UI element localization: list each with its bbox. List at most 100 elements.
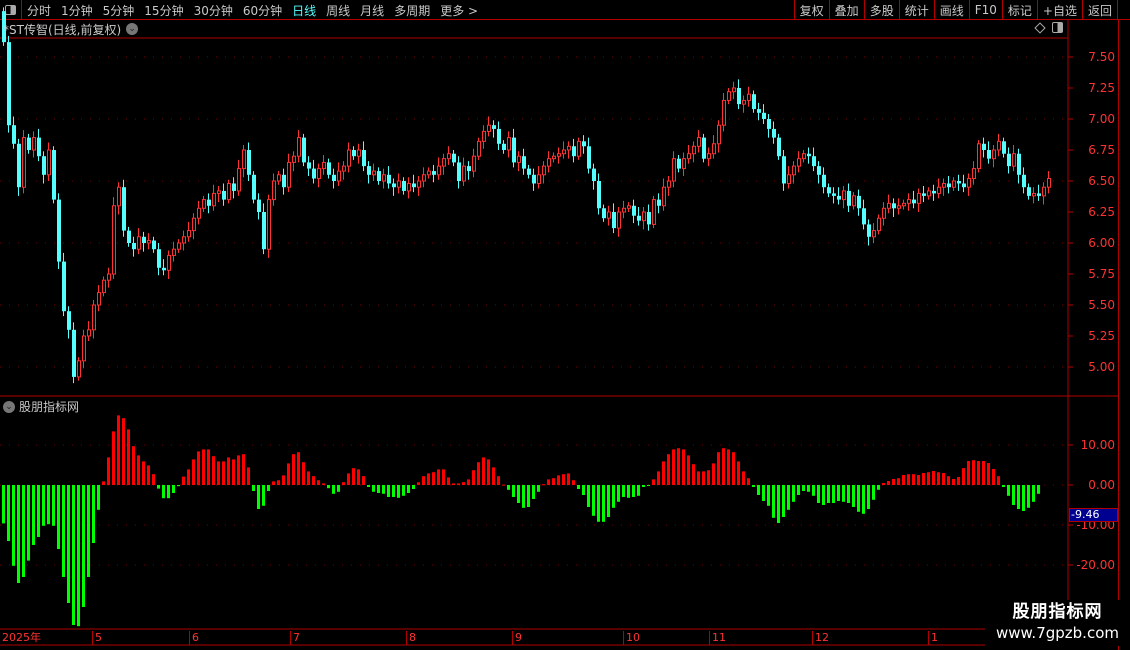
hist-bar-positive <box>917 475 920 485</box>
hist-bar-positive <box>182 476 185 485</box>
y-tick-label: 6.25 <box>1088 205 1115 219</box>
y-tick-label: 5.25 <box>1088 329 1115 343</box>
hist-bar-positive <box>347 473 350 485</box>
hist-bar-positive <box>227 457 230 485</box>
hist-bar-positive <box>297 452 300 485</box>
hist-bar-negative <box>7 485 10 541</box>
hist-bar-negative <box>37 485 40 537</box>
candle-up <box>287 161 291 188</box>
candle-down <box>857 195 861 209</box>
hist-bar-positive <box>722 448 725 485</box>
hist-bar-negative <box>832 485 835 503</box>
hist-bar-negative <box>47 485 50 525</box>
candle-down <box>702 137 706 159</box>
candle-up <box>697 137 701 147</box>
candle-down <box>152 240 156 250</box>
hist-bar-positive <box>432 472 435 485</box>
candle-up <box>732 87 736 93</box>
candle-down <box>232 183 236 191</box>
candle-down <box>67 311 71 330</box>
candle-down <box>752 94 756 110</box>
hist-bar-negative <box>382 485 385 494</box>
hist-bar-positive <box>907 474 910 485</box>
candle-up <box>852 195 856 207</box>
x-tick-label: 5 <box>92 631 102 645</box>
candle-up <box>397 180 401 188</box>
diamond-icon[interactable] <box>1034 21 1046 34</box>
candle-down <box>457 162 461 181</box>
hist-bar-positive <box>102 481 105 485</box>
hist-bar-positive <box>672 449 675 485</box>
candle-down <box>282 174 286 188</box>
candle-down <box>612 212 616 229</box>
candle-up <box>707 153 711 160</box>
hist-bar-positive <box>192 459 195 485</box>
candle-up <box>182 236 186 244</box>
chart-title: *ST传智(日线,前复权) <box>3 22 122 37</box>
candle-up <box>802 153 806 160</box>
hist-bar-negative <box>847 485 850 503</box>
candle-up <box>202 199 206 209</box>
hist-bar-positive <box>562 474 565 485</box>
hist-bar-negative <box>817 485 820 503</box>
hist-bar-positive <box>937 472 940 485</box>
candle-up <box>47 149 51 176</box>
hist-bar-negative <box>797 485 800 495</box>
y-tick-label: -20.00 <box>1076 558 1115 572</box>
x-tick-label: 6 <box>189 631 199 645</box>
hist-bar-negative <box>617 485 620 502</box>
hist-bar-positive <box>952 479 955 485</box>
chart-canvas[interactable]: 7.50 7.25 7.00 6.75 6.50 6.25 6.00 5.75 5.50 5.25… <box>0 0 1130 650</box>
candle-up <box>917 192 921 204</box>
candle-down <box>387 174 391 184</box>
candle-up <box>687 153 691 160</box>
hist-bar-negative <box>642 485 645 487</box>
candle-down <box>532 174 536 184</box>
candle-up <box>792 165 796 176</box>
candle-up <box>1042 186 1046 197</box>
candle-up <box>382 174 386 182</box>
hist-bar-negative <box>637 485 640 496</box>
hist-bar-negative <box>827 485 830 503</box>
hist-bar-positive <box>287 463 290 485</box>
candle-down <box>957 181 961 184</box>
candle-up <box>417 180 421 188</box>
hist-bar-positive <box>747 478 750 485</box>
chevron-down-icon[interactable]: ⌄ <box>3 400 15 413</box>
candle-down <box>142 236 146 243</box>
candle-down <box>327 162 331 175</box>
side-panel-strip[interactable] <box>1118 20 1130 650</box>
hist-bar-negative <box>22 485 25 577</box>
candle-up <box>617 211 621 229</box>
chevron-down-icon[interactable]: ⌄ <box>126 23 139 35</box>
candle-up <box>972 168 976 180</box>
hist-bar-negative <box>267 485 270 491</box>
panel-toggle-icon[interactable] <box>1052 22 1063 33</box>
candle-down <box>527 168 531 175</box>
candle-up <box>672 158 676 182</box>
hist-bar-positive <box>892 479 895 485</box>
hist-bar-positive <box>987 463 990 485</box>
hist-bar-negative <box>802 485 805 491</box>
hist-bar-negative <box>1027 485 1030 508</box>
hist-bar-negative <box>327 485 330 489</box>
candle-up <box>97 292 101 306</box>
y-tick-label: 7.50 <box>1088 50 1115 64</box>
hist-bar-positive <box>237 455 240 485</box>
hist-bar-positive <box>202 449 205 485</box>
candle-up <box>217 190 221 194</box>
hist-bar-positive <box>352 468 355 485</box>
candle-up <box>242 149 246 170</box>
y-tick-label: 10.00 <box>1081 438 1115 452</box>
candle-down <box>42 156 46 175</box>
hist-bar-positive <box>662 461 665 485</box>
candle-up <box>842 190 846 201</box>
hist-bar-negative <box>1037 485 1040 494</box>
cursor-value-label: -9.46 <box>1069 508 1118 522</box>
hist-bar-negative <box>387 485 390 497</box>
candle-down <box>587 146 591 169</box>
candle-down <box>962 183 966 188</box>
hist-bar-positive <box>717 452 720 485</box>
candle-down <box>1027 187 1031 196</box>
candle-down <box>582 141 586 147</box>
